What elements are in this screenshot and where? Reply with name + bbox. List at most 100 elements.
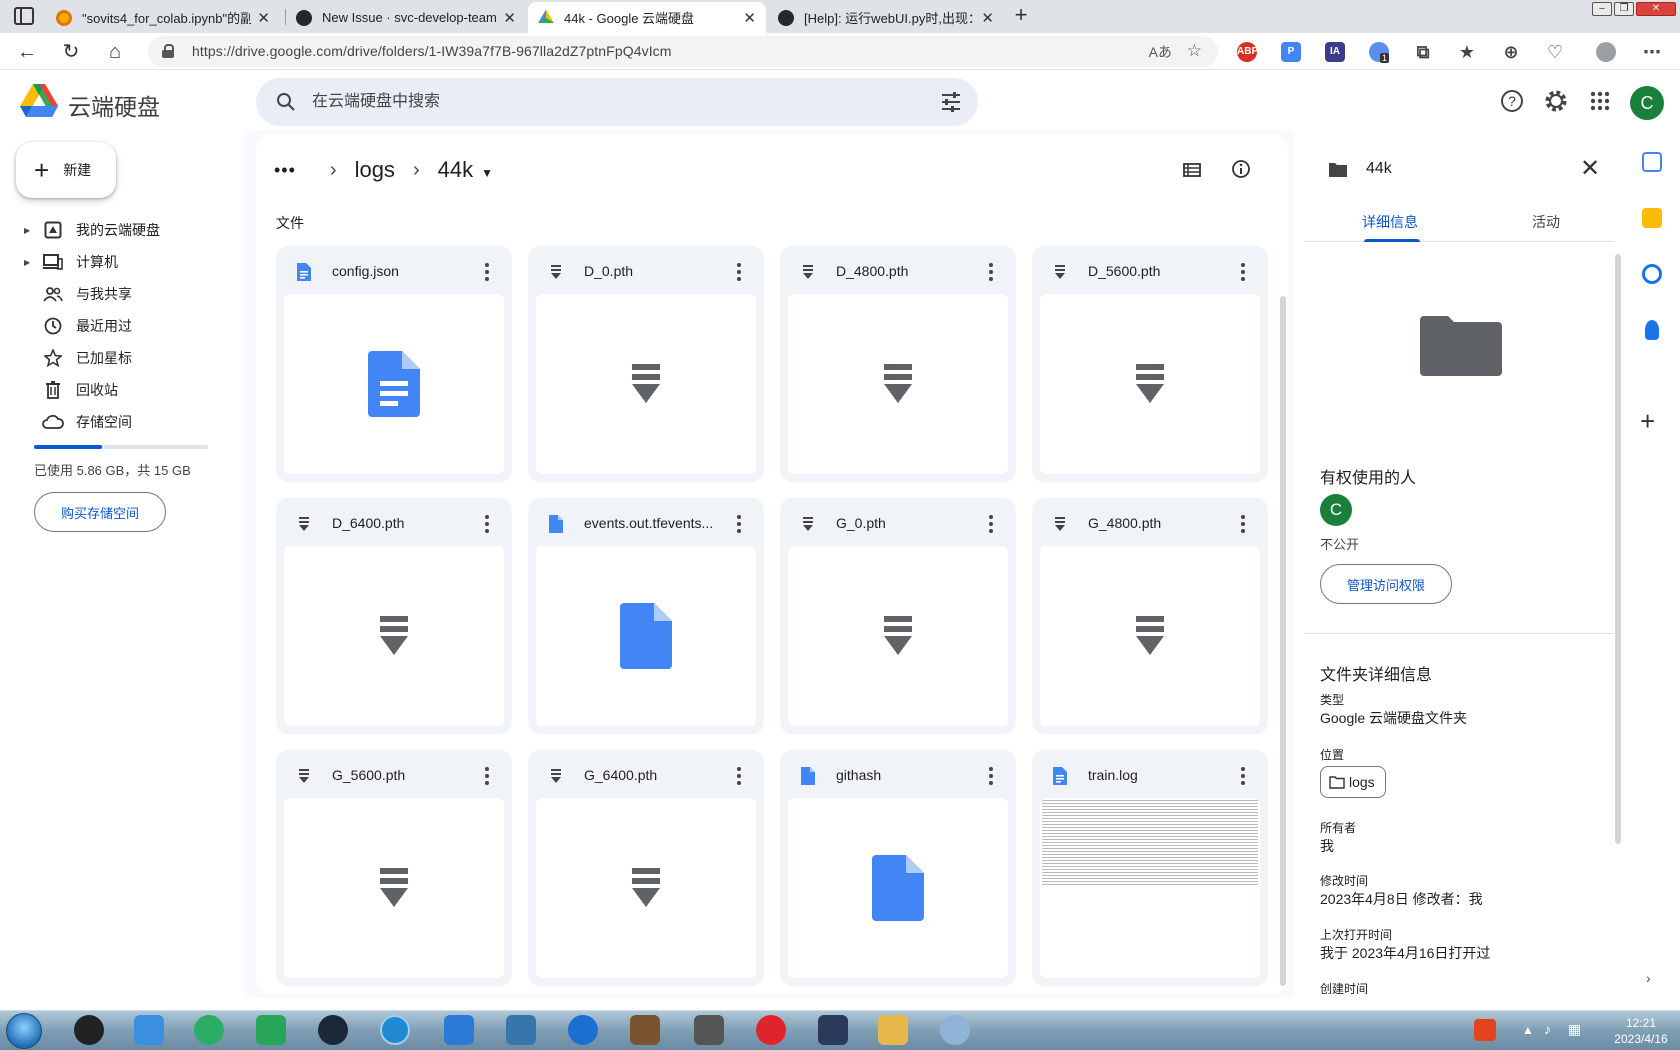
file-name[interactable]: D_4800.pth <box>836 263 970 279</box>
search-options-icon[interactable] <box>940 91 962 113</box>
more-options-icon[interactable] <box>1240 766 1246 786</box>
vscode-app-icon[interactable] <box>444 1015 474 1045</box>
settings-gear-icon[interactable] <box>1543 88 1569 114</box>
back-icon[interactable]: ← <box>14 39 40 65</box>
file-thumbnail[interactable] <box>788 294 1008 474</box>
more-options-icon[interactable] <box>988 514 994 534</box>
minimize-icon[interactable]: – <box>1592 2 1612 16</box>
volume-icon[interactable]: ♪ <box>1544 1021 1551 1037</box>
file-thumbnail[interactable] <box>1040 294 1260 474</box>
chat-app-icon[interactable] <box>134 1015 164 1045</box>
sidebar-item-my-drive[interactable]: ▶ 我的云端硬盘 <box>24 215 234 245</box>
paint-app-icon[interactable] <box>940 1015 970 1045</box>
translate-ext-icon[interactable]: P <box>1281 42 1301 62</box>
close-window-icon[interactable]: ✕ <box>1636 2 1676 16</box>
more-options-icon[interactable] <box>736 262 742 282</box>
network-app-icon[interactable] <box>568 1015 598 1045</box>
browser-tab-github-help[interactable]: [Help]: 运行webUI.py时,出现：Im ✕ <box>768 2 1004 33</box>
tasks-app-icon[interactable] <box>1642 264 1662 284</box>
file-card[interactable]: G_0.pth <box>780 498 1016 734</box>
close-tab-icon[interactable]: ✕ <box>257 9 270 27</box>
collections-icon[interactable]: ⊕ <box>1501 42 1521 62</box>
file-name[interactable]: G_5600.pth <box>332 767 466 783</box>
apps-grid-icon[interactable] <box>1587 88 1613 114</box>
qq-app-icon[interactable] <box>74 1015 104 1045</box>
music-app-icon[interactable] <box>756 1015 786 1045</box>
file-card[interactable]: events.out.tfevents... <box>528 498 764 734</box>
cloud-app-icon[interactable] <box>694 1015 724 1045</box>
more-options-icon[interactable] <box>988 766 994 786</box>
close-icon[interactable]: ✕ <box>1580 157 1600 181</box>
wechat-app-icon[interactable] <box>194 1015 224 1045</box>
close-tab-icon[interactable]: ✕ <box>743 9 756 27</box>
input-method-icon[interactable] <box>1474 1019 1496 1041</box>
breadcrumb-item-current[interactable]: 44k ▼ <box>438 157 493 183</box>
file-thumbnail[interactable] <box>788 546 1008 726</box>
browser-tab-github-issue[interactable]: New Issue · svc-develop-team/so ✕ <box>286 2 526 33</box>
file-card[interactable]: githash <box>780 750 1016 986</box>
network-icon[interactable]: ▦ <box>1568 1021 1581 1038</box>
more-options-icon[interactable] <box>484 514 490 534</box>
url-text[interactable]: https://drive.google.com/drive/folders/1… <box>192 43 672 59</box>
file-name[interactable]: G_0.pth <box>836 515 970 531</box>
more-options-icon[interactable] <box>736 766 742 786</box>
start-button[interactable] <box>6 1013 42 1049</box>
steam-app-icon[interactable] <box>318 1015 348 1045</box>
file-thumbnail[interactable] <box>536 798 756 978</box>
tab-details[interactable]: 详细信息 <box>1362 212 1418 232</box>
edge-app-icon[interactable] <box>380 1015 410 1045</box>
info-icon[interactable] <box>1230 158 1252 180</box>
file-thumbnail[interactable] <box>284 546 504 726</box>
browser-tab-drive[interactable]: 44k - Google 云端硬盘 ✕ <box>528 2 766 33</box>
file-card[interactable]: D_6400.pth <box>276 498 512 734</box>
sidebar-item-storage[interactable]: 存储空间 <box>24 407 234 437</box>
file-name[interactable]: train.log <box>1088 767 1222 783</box>
file-name[interactable]: D_0.pth <box>584 263 718 279</box>
file-name[interactable]: githash <box>836 767 970 783</box>
file-card[interactable]: train.log <box>1032 750 1268 986</box>
reload-icon[interactable]: ↻ <box>58 39 84 65</box>
ia-ext-icon[interactable]: IA <box>1325 42 1345 62</box>
add-addon-icon[interactable]: + <box>1640 406 1655 437</box>
more-options-icon[interactable] <box>1240 514 1246 534</box>
file-name[interactable]: events.out.tfevents... <box>584 515 718 531</box>
sidebar-item-recent[interactable]: 最近用过 <box>24 311 234 341</box>
owner-avatar[interactable]: C <box>1320 494 1352 526</box>
file-card[interactable]: D_4800.pth <box>780 246 1016 482</box>
file-thumbnail[interactable] <box>1040 546 1260 726</box>
minecraft-app-icon[interactable] <box>630 1015 660 1045</box>
content-scrollbar[interactable] <box>1280 296 1286 986</box>
file-card[interactable]: G_5600.pth <box>276 750 512 986</box>
file-thumbnail[interactable] <box>788 798 1008 978</box>
more-options-icon[interactable] <box>988 262 994 282</box>
close-tab-icon[interactable]: ✕ <box>503 9 516 27</box>
file-thumbnail[interactable] <box>536 546 756 726</box>
profile-icon[interactable] <box>1596 42 1616 62</box>
file-thumbnail[interactable] <box>536 294 756 474</box>
expand-arrow-icon[interactable]: ▶ <box>24 226 34 235</box>
drive-brand-title[interactable]: 云端硬盘 <box>68 88 160 122</box>
maximize-icon[interactable]: ❐ <box>1614 2 1634 16</box>
buy-storage-button[interactable]: 购买存储空间 <box>34 492 166 532</box>
explorer-app-icon[interactable] <box>878 1015 908 1045</box>
details-scrollbar[interactable] <box>1615 254 1621 844</box>
more-options-icon[interactable] <box>1240 262 1246 282</box>
sidebar-item-starred[interactable]: 已加星标 <box>24 343 234 373</box>
file-card[interactable]: G_6400.pth <box>528 750 764 986</box>
more-options-icon[interactable] <box>484 766 490 786</box>
file-thumbnail[interactable] <box>284 798 504 978</box>
tab-actions-icon[interactable] <box>14 7 34 25</box>
performance-icon[interactable]: ♡ <box>1545 42 1565 62</box>
read-aloud-icon[interactable]: Aあ <box>1149 42 1172 62</box>
file-name[interactable]: D_6400.pth <box>332 515 466 531</box>
keep-app-icon[interactable] <box>1642 208 1662 228</box>
breadcrumb-more-icon[interactable]: ••• <box>274 160 296 181</box>
help-icon[interactable]: ? <box>1499 88 1525 114</box>
file-name[interactable]: G_6400.pth <box>584 767 718 783</box>
extensions-icon[interactable]: ⧉ <box>1413 42 1433 62</box>
menu-dots-icon[interactable]: ⋯ <box>1642 42 1662 62</box>
more-options-icon[interactable] <box>736 514 742 534</box>
expand-arrow-icon[interactable]: ▶ <box>24 258 34 267</box>
favorite-add-icon[interactable]: ☆ <box>1187 41 1202 61</box>
new-tab-button[interactable]: + <box>1008 4 1034 28</box>
